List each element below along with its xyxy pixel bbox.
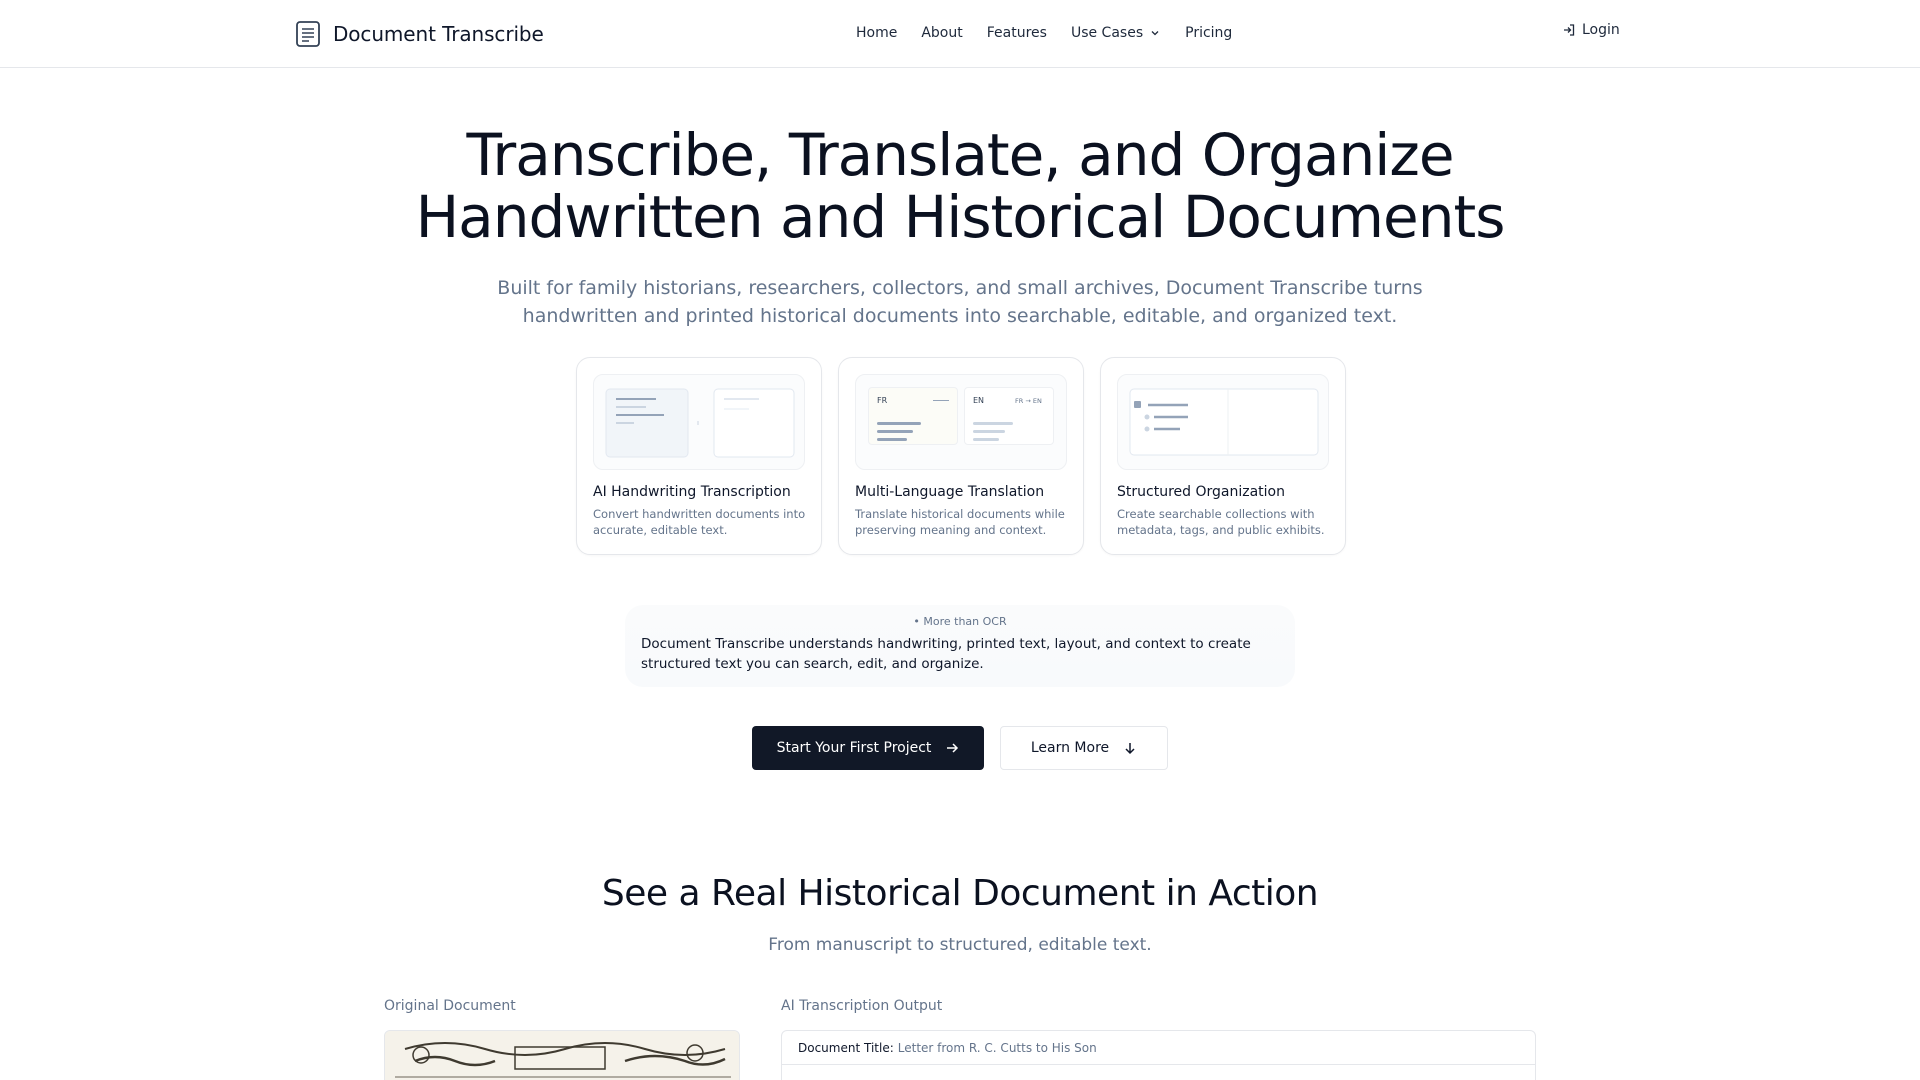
original-document-label: Original Document: [384, 998, 516, 1014]
feature-description: Create searchable collections with metad…: [1117, 507, 1325, 537]
login-link[interactable]: Login: [1562, 22, 1620, 38]
transcription-output-panel: Document Title: Letter from R. C. Cutts …: [781, 1030, 1536, 1080]
start-first-project-label: Start Your First Project: [776, 740, 932, 756]
top-navigation-bar: Document Transcribe Home About Features …: [0, 0, 1920, 68]
document-title-value: Letter from R. C. Cutts to His Son: [897, 1040, 1097, 1055]
document-lines-icon: [296, 21, 320, 47]
chevron-down-icon: [1151, 31, 1159, 36]
feature-title: Multi-Language Translation: [855, 484, 1045, 500]
feature-description: Convert handwritten documents into accur…: [593, 507, 806, 537]
brand-name: Document Transcribe: [333, 22, 544, 46]
nav-home[interactable]: Home: [856, 22, 897, 44]
document-title-row: Document Title: Letter from R. C. Cutts …: [782, 1031, 1535, 1065]
nav-features[interactable]: Features: [987, 22, 1047, 44]
nav-use-cases-label: Use Cases: [1070, 25, 1144, 41]
more-than-ocr-callout: • More than OCR Document Transcribe unde…: [625, 605, 1295, 687]
historical-letterhead-illustration: [385, 1031, 739, 1080]
brand-logo-link[interactable]: Document Transcribe: [295, 18, 544, 50]
learn-more-button[interactable]: Learn More: [1000, 726, 1168, 770]
login-label: Login: [1582, 22, 1620, 38]
original-document-image[interactable]: [384, 1030, 740, 1080]
main-nav: Home About Features Use Cases Pricing: [856, 22, 1232, 44]
transcription-preview-illustration: [593, 374, 805, 470]
document-title-label: Document Title:: [798, 1040, 894, 1055]
hero-title-line2: Handwritten and Historical Documents: [415, 183, 1506, 251]
target-lang-label: EN: [973, 396, 985, 405]
feature-cards: AI Handwriting Transcription Convert han…: [576, 357, 1346, 555]
demo-section-subtitle: From manuscript to structured, editable …: [768, 935, 1152, 955]
nav-pricing[interactable]: Pricing: [1185, 22, 1232, 44]
translation-preview-illustration: FR EN FR → EN: [855, 374, 1067, 470]
arrow-down-icon: [1125, 743, 1135, 755]
learn-more-label: Learn More: [1030, 740, 1110, 756]
hero-title: Transcribe, Translate, and Organize Hand…: [0, 124, 1920, 248]
feature-title: Structured Organization: [1117, 484, 1285, 500]
arrow-right-icon: [947, 743, 959, 753]
feature-card-organization[interactable]: Structured Organization Create searchabl…: [1100, 357, 1346, 555]
feature-title: AI Handwriting Transcription: [593, 484, 791, 500]
demo-section-title: See a Real Historical Document in Action: [601, 873, 1319, 914]
feature-description: Translate historical documents while pre…: [855, 507, 1065, 537]
hero-subtitle: Built for family historians, researchers…: [497, 277, 1423, 327]
feature-card-translation[interactable]: FR EN FR → EN Multi-Language Translation…: [838, 357, 1084, 555]
nav-use-cases-dropdown[interactable]: Use Cases: [1071, 22, 1161, 44]
feature-card-transcription[interactable]: AI Handwriting Transcription Convert han…: [576, 357, 822, 555]
start-first-project-button[interactable]: Start Your First Project: [752, 726, 984, 770]
nav-about[interactable]: About: [921, 22, 962, 44]
ocr-tag: • More than OCR: [913, 615, 1007, 628]
ocr-description: Document Transcribe understands handwrit…: [641, 636, 1251, 672]
organization-preview-illustration: [1117, 374, 1329, 470]
login-icon: [1564, 24, 1575, 36]
hero-title-line1: Transcribe, Translate, and Organize: [466, 121, 1454, 189]
target-panel: EN FR → EN: [964, 387, 1054, 445]
divider: [933, 400, 949, 401]
transcription-output-label: AI Transcription Output: [781, 998, 943, 1014]
language-pair-label: FR → EN: [1015, 397, 1042, 405]
source-panel: FR: [868, 387, 958, 445]
source-lang-label: FR: [877, 396, 888, 405]
